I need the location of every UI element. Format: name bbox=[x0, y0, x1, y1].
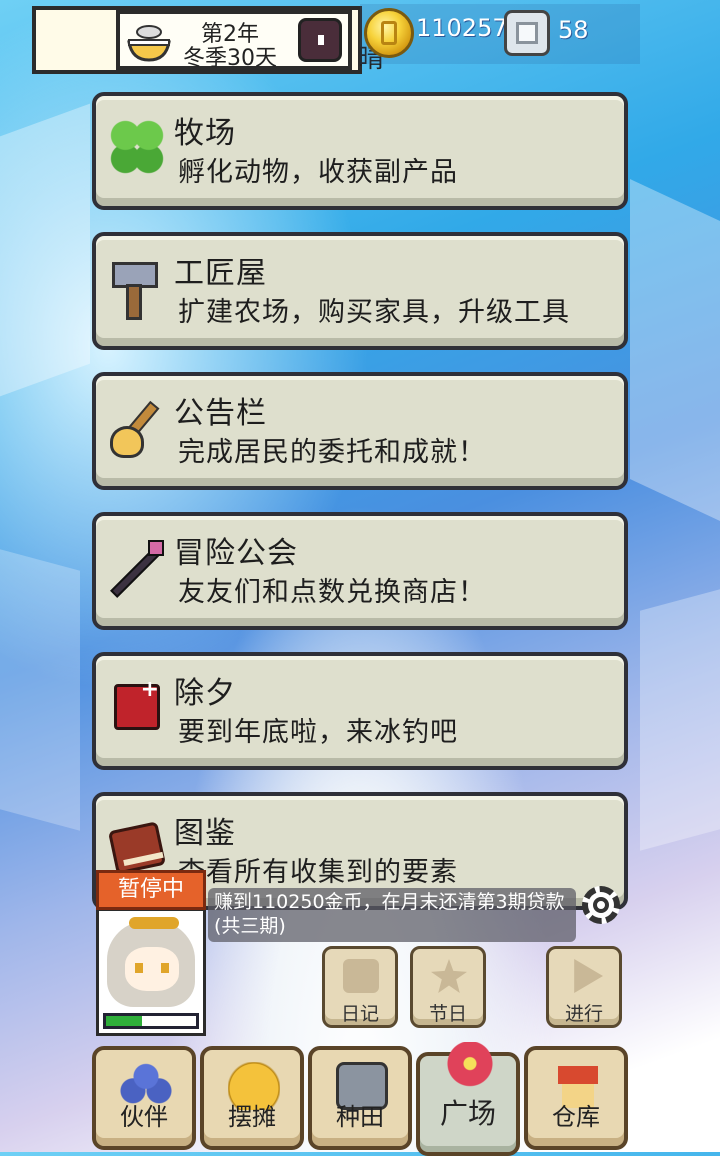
festival-button[interactable]: 节日 bbox=[410, 946, 486, 1028]
card-title: 图鉴 bbox=[174, 816, 236, 851]
book-icon bbox=[107, 821, 167, 875]
proceed-label: 进行 bbox=[564, 1003, 603, 1025]
card-title: 冒险公会 bbox=[174, 536, 298, 571]
menu-card-workshop[interactable]: 工匠屋 扩建农场，购买家具，升级工具 bbox=[92, 232, 628, 350]
card-description: 查看所有收集到的要素 bbox=[178, 857, 458, 888]
top-hud: 第2年 冬季30天 晴 110257 58 bbox=[0, 0, 720, 78]
energy-bar bbox=[103, 1013, 199, 1029]
nav-partners[interactable]: 伙伴 bbox=[92, 1046, 196, 1150]
ice-shard bbox=[0, 103, 90, 397]
nav-label: 广场 bbox=[439, 1097, 496, 1130]
card-title: 公告栏 bbox=[174, 396, 267, 431]
hammer-icon bbox=[108, 258, 166, 320]
character-eye bbox=[135, 963, 143, 973]
nav-warehouse[interactable]: 仓库 bbox=[524, 1046, 628, 1150]
clock-icon[interactable] bbox=[298, 18, 342, 62]
card-title: 工匠屋 bbox=[174, 256, 267, 291]
flower-icon bbox=[444, 1042, 496, 1090]
paused-badge[interactable]: 暂停中 bbox=[96, 870, 206, 910]
speech-bubble-icon bbox=[343, 959, 379, 993]
food-bowl-icon bbox=[126, 22, 172, 62]
nav-label: 伙伴 bbox=[120, 1103, 168, 1131]
nav-plaza[interactable]: 广场 bbox=[416, 1042, 520, 1156]
quest-objective: 赚到110250金币，在月末还清第3期贷款(共三期) bbox=[208, 888, 576, 942]
nav-farming[interactable]: 种田 bbox=[308, 1046, 412, 1150]
gold-amount: 110257 bbox=[416, 14, 508, 42]
energy-bar-fill bbox=[106, 1016, 142, 1026]
card-description: 友友们和点数兑换商店！ bbox=[178, 577, 486, 608]
hair-ornament bbox=[129, 917, 179, 929]
ice-shard bbox=[630, 179, 720, 521]
character-face bbox=[125, 947, 179, 991]
date-card: 第2年 冬季30天 bbox=[116, 10, 352, 71]
ice-shard bbox=[640, 589, 720, 851]
diary-label: 日记 bbox=[340, 1003, 379, 1025]
silver-gem-icon bbox=[504, 10, 550, 56]
card-description: 孵化动物，收获副产品 bbox=[178, 157, 458, 188]
card-title: 牧场 bbox=[174, 116, 236, 151]
star-icon bbox=[431, 959, 467, 993]
staff-icon bbox=[108, 538, 166, 596]
ice-shard bbox=[0, 549, 80, 831]
nav-stall[interactable]: 摆摊 bbox=[200, 1046, 304, 1150]
diary-button[interactable]: 日记 bbox=[322, 946, 398, 1028]
gold-coin-icon bbox=[364, 8, 414, 58]
menu-card-new-years-eve[interactable]: 除夕 要到年底啦，来冰钓吧 bbox=[92, 652, 628, 770]
proceed-button[interactable]: 进行 bbox=[546, 946, 622, 1028]
character-portrait[interactable] bbox=[96, 908, 206, 1036]
card-description: 扩建农场，购买家具，升级工具 bbox=[178, 297, 570, 328]
play-icon bbox=[574, 959, 603, 993]
nav-label: 种田 bbox=[336, 1103, 384, 1131]
nav-label: 摆摊 bbox=[228, 1103, 276, 1131]
menu-card-ranch[interactable]: 牧场 孵化动物，收获副产品 bbox=[92, 92, 628, 210]
date-panel[interactable]: 第2年 冬季30天 晴 bbox=[32, 6, 384, 74]
character-eye bbox=[161, 963, 169, 973]
menu-card-adventure-guild[interactable]: 冒险公会 友友们和点数兑换商店！ bbox=[92, 512, 628, 630]
gem-amount: 58 bbox=[558, 16, 589, 44]
menu-card-bulletin-board[interactable]: 公告栏 完成居民的委托和成就！ bbox=[92, 372, 628, 490]
clover-icon bbox=[108, 118, 166, 176]
gear-icon[interactable] bbox=[578, 882, 624, 928]
card-description: 完成居民的委托和成就！ bbox=[178, 437, 486, 468]
festival-label: 节日 bbox=[428, 1003, 467, 1025]
broom-icon bbox=[108, 398, 166, 458]
nav-label: 仓库 bbox=[552, 1103, 600, 1131]
season-day-label: 冬季30天 bbox=[183, 46, 277, 71]
calendar-icon bbox=[114, 677, 160, 730]
card-description: 要到年底啦，来冰钓吧 bbox=[178, 717, 458, 748]
card-title: 除夕 bbox=[174, 676, 236, 711]
